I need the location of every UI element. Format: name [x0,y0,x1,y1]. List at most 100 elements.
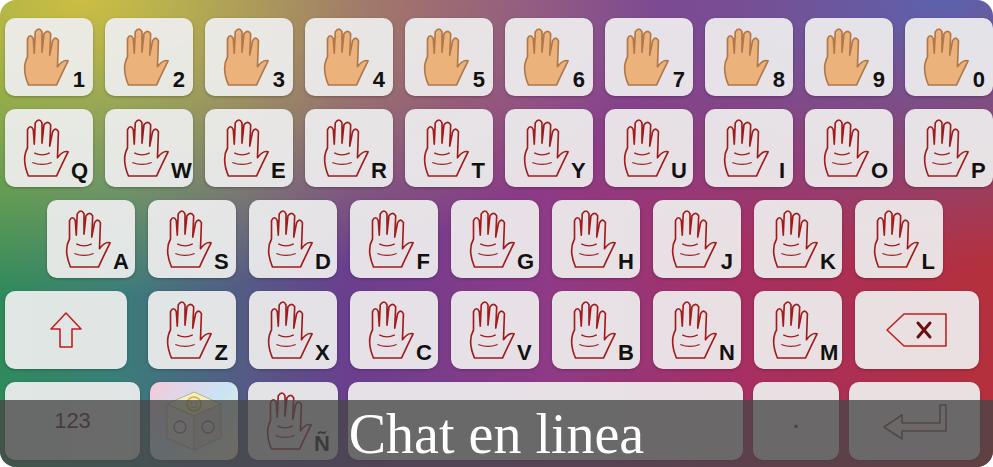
hand-sign-icon [613,23,671,91]
hand-sign-icon [513,114,571,182]
key-button[interactable]: Q [5,109,93,187]
key-label: K [820,251,836,273]
key-label: 4 [373,69,385,91]
key-button[interactable]: F [350,200,438,278]
key-label: R [371,160,387,182]
hand-sign-icon [459,296,517,364]
hand-sign-icon [213,23,271,91]
key-label: F [417,251,430,273]
hand-sign-icon [713,114,771,182]
key-button[interactable]: R [305,109,393,187]
key-button[interactable]: 5 [405,18,493,96]
key-button[interactable]: K [754,200,842,278]
hand-sign-icon [156,296,214,364]
key-label: T [472,160,485,182]
hand-sign-icon [713,23,771,91]
key-button[interactable]: Z [148,291,236,369]
key-label: Q [71,160,88,182]
backspace-key[interactable] [855,291,979,369]
key-button[interactable]: M [754,291,842,369]
key-button[interactable]: 2 [105,18,193,96]
backspace-icon [884,310,950,350]
key-label: 8 [773,69,785,91]
key-label: 6 [573,69,585,91]
letter-row: ZX CVB N M [5,291,988,369]
key-button[interactable]: Y [505,109,593,187]
key-button[interactable]: D [249,200,337,278]
key-button[interactable]: 8 [705,18,793,96]
key-label: U [671,160,687,182]
key-button[interactable]: X [249,291,337,369]
key-button[interactable]: H [552,200,640,278]
hand-sign-icon [156,205,214,273]
key-label: 1 [73,69,85,91]
key-button[interactable]: J [653,200,741,278]
key-button[interactable]: 0 [905,18,993,96]
key-button[interactable]: U [605,109,693,187]
hand-sign-icon [513,23,571,91]
hand-sign-icon [213,114,271,182]
key-button[interactable]: 9 [805,18,893,96]
hand-sign-icon [661,205,719,273]
letter-row: AS D F GH J K L [5,200,988,278]
chat-banner: Chat en linea [0,400,993,467]
hand-sign-icon [913,23,971,91]
key-label: 9 [873,69,885,91]
hand-sign-icon [113,23,171,91]
key-label: D [315,251,331,273]
key-label: M [820,342,838,364]
key-button[interactable]: 1 [5,18,93,96]
hand-sign-icon [113,114,171,182]
key-label: N [719,342,735,364]
hand-sign-icon [13,114,71,182]
key-label: Z [215,342,228,364]
hand-sign-icon [313,114,371,182]
key-label: W [171,160,192,182]
letter-row: QWERTYUIOP [5,109,988,187]
key-label: L [922,251,935,273]
key-button[interactable]: O [805,109,893,187]
hand-sign-icon [358,205,416,273]
hand-sign-icon [257,205,315,273]
key-button[interactable]: L [855,200,943,278]
key-label: 5 [473,69,485,91]
key-button[interactable]: G [451,200,539,278]
shift-key[interactable] [5,291,127,369]
banner-title: Chat en linea [349,406,644,462]
hand-sign-icon [813,114,871,182]
key-button[interactable]: C [350,291,438,369]
hand-sign-icon [560,205,618,273]
key-button[interactable]: 3 [205,18,293,96]
hand-sign-icon [358,296,416,364]
key-label: C [416,342,432,364]
key-button[interactable]: S [148,200,236,278]
key-button[interactable]: E [205,109,293,187]
letter-group: ZX CVB N M [140,291,842,369]
key-button[interactable]: 6 [505,18,593,96]
key-button[interactable]: 7 [605,18,693,96]
hand-sign-icon [661,296,719,364]
key-label: J [721,251,733,273]
key-button[interactable]: N [653,291,741,369]
hand-sign-icon [762,205,820,273]
hand-sign-icon [413,114,471,182]
key-button[interactable]: W [105,109,193,187]
key-button[interactable]: P [905,109,993,187]
hand-sign-icon [863,205,921,273]
key-label: 7 [673,69,685,91]
key-button[interactable]: V [451,291,539,369]
hand-sign-icon [459,205,517,273]
key-button[interactable]: T [405,109,493,187]
key-button[interactable]: A [47,200,135,278]
key-label: 2 [173,69,185,91]
hand-sign-icon [913,114,971,182]
hand-sign-icon [257,296,315,364]
key-button[interactable]: I [705,109,793,187]
hand-sign-icon [762,296,820,364]
key-button[interactable]: 4 [305,18,393,96]
key-label: I [779,160,785,182]
key-label: O [871,160,888,182]
hand-sign-icon [413,23,471,91]
key-button[interactable]: B [552,291,640,369]
key-label: G [517,251,534,273]
